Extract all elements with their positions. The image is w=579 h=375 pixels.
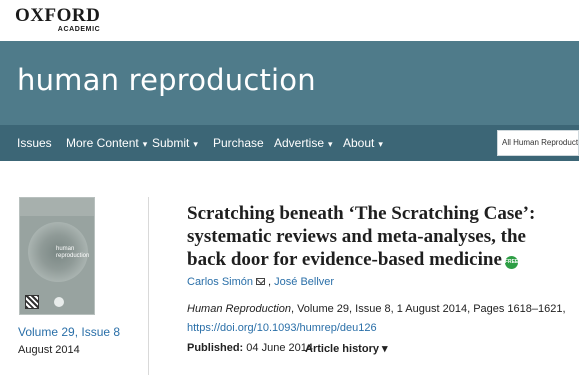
journal-banner: human reproduction xyxy=(0,41,579,125)
article-title-text: Scratching beneath ‘The Scratching Case’… xyxy=(187,203,536,270)
doi-link[interactable]: https://doi.org/10.1093/humrep/deu126 xyxy=(187,322,377,334)
caret-down-icon: ▾ xyxy=(382,343,388,355)
nav-item-label: About xyxy=(343,136,375,150)
caret-down-icon: ▾ xyxy=(142,139,148,149)
nav-item-label: More Content xyxy=(66,136,139,150)
nav-item-label: Purchase xyxy=(213,136,264,150)
qr-code-icon xyxy=(25,295,39,309)
published-value: 04 June 2014 xyxy=(246,342,313,354)
author-link[interactable]: José Bellver xyxy=(274,276,334,288)
nav-item-more-content[interactable]: More Content ▾ xyxy=(66,125,147,161)
caret-down-icon: ▾ xyxy=(193,139,198,149)
nav-item-label: Submit xyxy=(152,136,190,150)
cover-header xyxy=(20,198,94,216)
author-link[interactable]: Carlos Simón xyxy=(187,276,253,288)
nav-item-submit[interactable]: Submit ▾ xyxy=(152,125,198,161)
citation-journal: Human Reproduction xyxy=(187,303,291,315)
free-access-badge: FREE xyxy=(504,256,518,269)
search-scope-select[interactable]: All Human Reproduction xyxy=(497,130,579,156)
oxford-academic-logo[interactable]: OXFORD ACADEMIC xyxy=(15,6,100,33)
cover-journal-label: human reproduction xyxy=(56,246,90,259)
issue-volume-link[interactable]: Volume 29, Issue 8 xyxy=(18,325,120,339)
article-citation: Human Reproduction, Volume 29, Issue 8, … xyxy=(187,303,566,315)
article-title: Scratching beneath ‘The Scratching Case’… xyxy=(187,202,547,271)
logo-sub-text: ACADEMIC xyxy=(57,26,101,33)
publisher-header: OXFORD ACADEMIC xyxy=(0,0,579,41)
published-label: Published: xyxy=(187,342,244,354)
article-history-toggle[interactable]: Article history ▾ xyxy=(305,342,388,355)
article-history-label: Article history xyxy=(305,343,379,355)
caret-down-icon: ▾ xyxy=(328,139,333,149)
nav-item-issues[interactable]: Issues xyxy=(17,125,52,161)
author-separator: , xyxy=(268,276,272,288)
nav-item-label: Issues xyxy=(17,136,52,150)
logo-main-text: OXFORD xyxy=(15,5,101,26)
column-divider xyxy=(148,197,149,375)
author-list: Carlos Simón, José Bellver xyxy=(187,276,334,288)
issue-date: August 2014 xyxy=(18,344,80,356)
issue-cover-image[interactable]: human reproduction xyxy=(19,197,95,315)
mail-icon[interactable] xyxy=(256,278,266,285)
published-date: Published: 04 June 2014 xyxy=(187,342,313,354)
nav-item-purchase[interactable]: Purchase xyxy=(213,125,264,161)
journal-title[interactable]: human reproduction xyxy=(17,63,316,97)
journal-nav: Issues More Content ▾ Submit ▾ Purchase Ad… xyxy=(0,125,579,161)
caret-down-icon: ▾ xyxy=(378,139,383,149)
nav-item-advertise[interactable]: Advertise ▾ xyxy=(274,125,333,161)
publisher-seal-icon xyxy=(54,297,64,307)
nav-item-about[interactable]: About ▾ xyxy=(343,125,383,161)
citation-details: , Volume 29, Issue 8, 1 August 2014, Pag… xyxy=(290,303,566,315)
nav-item-label: Advertise xyxy=(274,136,325,150)
